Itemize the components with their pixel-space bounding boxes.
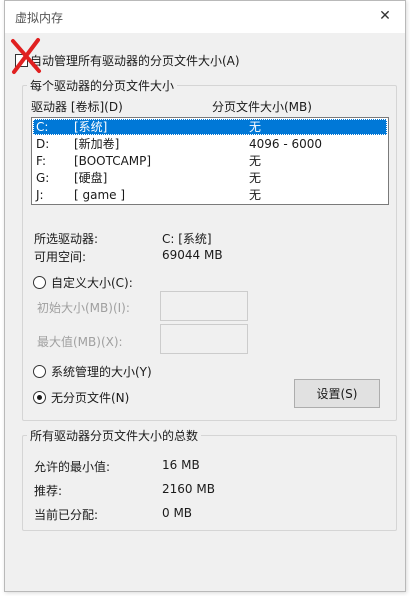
min-allowed-label: 允许的最小值: — [34, 460, 111, 474]
free-space-value: 69044 MB — [162, 248, 223, 262]
auto-manage-label: 自动管理所有驱动器的分页文件大小(A) — [30, 53, 240, 68]
system-managed-radio-circle[interactable] — [33, 364, 46, 378]
system-managed-label: 系统管理的大小(Y) — [51, 364, 152, 379]
drive-list[interactable]: C: [系统] 无 D: [新加卷] 4096 - 6000 F: [BOOTC… — [31, 117, 389, 205]
auto-manage-option[interactable]: 自动管理所有驱动器的分页文件大小(A) — [15, 51, 240, 69]
initial-size-label: 初始大小(MB)(I): — [37, 301, 130, 315]
drive-row-d[interactable]: D: [新加卷] 4096 - 6000 — [33, 136, 387, 152]
col-header-size: 分页文件大小(MB) — [212, 100, 312, 114]
max-size-label: 最大值(MB)(X): — [37, 335, 123, 349]
no-paging-label: 无分页文件(N) — [51, 390, 130, 405]
custom-size-label: 自定义大小(C): — [51, 275, 133, 290]
no-paging-radio[interactable]: 无分页文件(N) — [33, 388, 129, 406]
close-icon: ✕ — [379, 8, 391, 24]
drives-group-label: 每个驱动器的分页文件大小 — [27, 77, 178, 94]
drive-row-j[interactable]: J: [ game ] 无 — [33, 187, 387, 203]
set-button[interactable]: 设置(S) — [294, 379, 380, 408]
recommended-label: 推荐: — [34, 484, 63, 498]
recommended-value: 2160 MB — [162, 482, 215, 496]
system-managed-radio[interactable]: 系统管理的大小(Y) — [33, 362, 152, 380]
drive-row-c[interactable]: C: [系统] 无 — [33, 119, 387, 135]
initial-size-field[interactable] — [160, 291, 248, 321]
auto-manage-checkbox[interactable] — [15, 53, 28, 67]
close-button[interactable]: ✕ — [365, 1, 405, 31]
max-size-field[interactable] — [160, 324, 248, 354]
col-header-drive: 驱动器 [卷标](D) — [31, 100, 123, 114]
custom-size-radio[interactable]: 自定义大小(C): — [33, 273, 133, 291]
current-allocated-value: 0 MB — [162, 506, 193, 520]
current-allocated-label: 当前已分配: — [34, 508, 99, 522]
drive-row-g[interactable]: G: [硬盘] 无 — [33, 170, 387, 186]
totals-group-label: 所有驱动器分页文件大小的总数 — [27, 427, 202, 444]
free-space-label: 可用空间: — [34, 250, 87, 264]
window-title: 虚拟内存 — [15, 11, 64, 25]
title-bar: 虚拟内存 ✕ — [5, 1, 405, 33]
virtual-memory-dialog: 虚拟内存 ✕ 自动管理所有驱动器的分页文件大小(A) 每个驱动器的分页文件大小 … — [4, 0, 406, 592]
selected-drive-label: 所选驱动器: — [34, 232, 99, 246]
selected-drive-value: C: [系统] — [162, 232, 212, 246]
min-allowed-value: 16 MB — [162, 458, 200, 472]
custom-size-radio-circle[interactable] — [33, 275, 46, 289]
drive-row-f[interactable]: F: [BOOTCAMP] 无 — [33, 153, 387, 169]
no-paging-radio-circle[interactable] — [33, 390, 46, 404]
